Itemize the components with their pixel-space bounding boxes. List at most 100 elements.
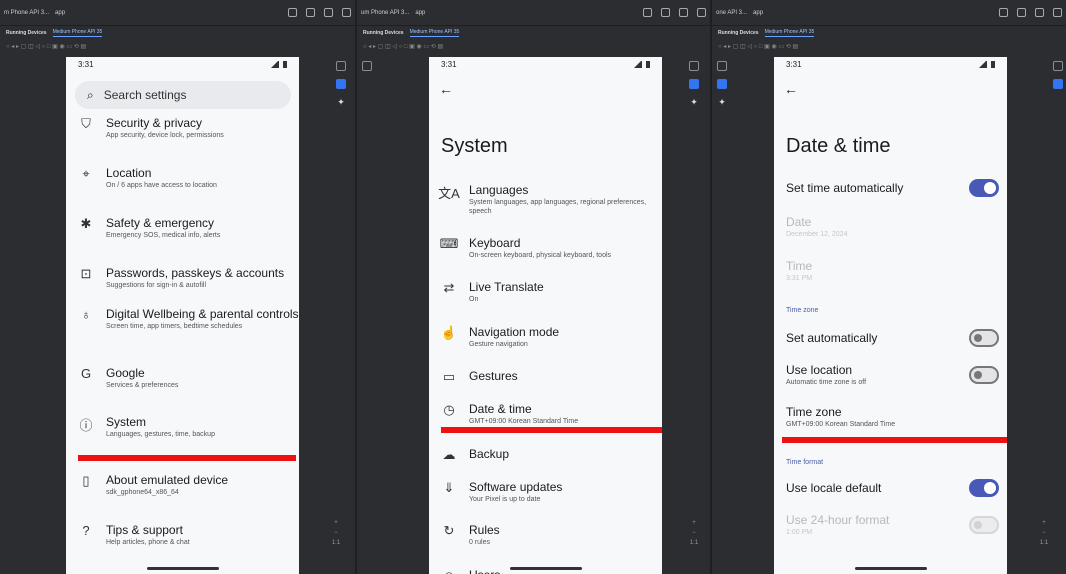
zoom-ratio[interactable]: 1:1 — [332, 540, 340, 546]
toggle-switch[interactable] — [969, 329, 999, 347]
system-item[interactable]: 文A Languages System languages, app languag… — [429, 183, 662, 216]
settings-item-title: Security & privacy — [106, 116, 203, 130]
sparkle-icon[interactable]: ✦ — [718, 97, 726, 107]
zoom-out-icon[interactable]: − — [1042, 530, 1046, 536]
settings-item[interactable]: ✱ Safety & emergency Emergency SOS, medica… — [66, 216, 299, 240]
app-selector[interactable]: app — [415, 10, 425, 16]
system-item[interactable]: ⇓ Software updates Your Pixel is up to dat… — [429, 480, 662, 504]
debug-icon[interactable] — [1017, 8, 1026, 17]
app-selector[interactable]: app — [55, 10, 65, 16]
settings-item-text: Security & privacy App security, device l… — [106, 116, 299, 140]
settings-icon[interactable] — [1035, 8, 1044, 17]
gesture-handle[interactable] — [854, 567, 927, 570]
running-devices-bar: Running Devices Medium Phone API 35 — [712, 26, 1066, 40]
device-dropdown[interactable]: one API 3... — [716, 10, 747, 16]
search-settings-bar[interactable]: ⌕ Search settings — [75, 81, 291, 109]
settings-item[interactable]: ⊡ Passwords, passkeys & accounts Suggestio… — [66, 266, 299, 290]
system-item[interactable]: ⌨ Keyboard On-screen keyboard, physical ke… — [429, 236, 662, 260]
zoom-in-icon[interactable]: + — [1042, 520, 1046, 526]
run-icon[interactable] — [999, 8, 1008, 17]
system-item-text: Backup — [469, 447, 662, 461]
system-item[interactable]: ▭ Gestures — [429, 369, 662, 385]
system-item[interactable]: ☝ Navigation mode Gesture navigation — [429, 325, 662, 349]
date-time-row[interactable]: Set automatically — [786, 329, 999, 347]
battery-icon — [283, 60, 287, 68]
screenshot-icon[interactable] — [689, 61, 699, 71]
app-selector[interactable]: app — [753, 10, 763, 16]
search-icon[interactable] — [342, 8, 351, 17]
highlight-red-line — [782, 437, 1007, 443]
screenshot-icon[interactable] — [362, 61, 372, 71]
debug-icon[interactable] — [661, 8, 670, 17]
toggle-switch[interactable] — [969, 365, 999, 384]
phone-screen-system: 3:31 ← System 文A Languages System language… — [429, 57, 662, 574]
settings-item[interactable]: ▯ About emulated device sdk_gphone64_x86_6… — [66, 473, 299, 497]
sparkle-icon[interactable]: ✦ — [690, 97, 698, 107]
screenshot-icon[interactable] — [336, 61, 346, 71]
ide-toolbar: um Phone API 3... app — [357, 0, 710, 26]
date-time-row: Date December 12, 2024 — [786, 215, 999, 238]
system-item[interactable]: ↻ Rules 0 rules — [429, 523, 662, 547]
system-item[interactable]: ◷ Date & time GMT+09:00 Korean Standard Ti… — [429, 402, 662, 426]
settings-icon[interactable] — [324, 8, 333, 17]
back-arrow-icon[interactable]: ← — [439, 81, 453, 97]
row-text: Use 24-hour format 1:00 PM — [786, 513, 889, 536]
settings-item[interactable]: ⛉ Security & privacy App security, device … — [66, 116, 299, 140]
system-item[interactable]: ☁ Backup — [429, 447, 662, 463]
search-placeholder: Search settings — [103, 88, 187, 102]
device-tab[interactable]: Medium Phone API 35 — [409, 29, 460, 37]
run-icon[interactable] — [643, 8, 652, 17]
device-mirror-icon[interactable] — [717, 79, 727, 89]
system-item-text: Software updates Your Pixel is up to date — [469, 480, 662, 504]
rules-icon: ↻ — [443, 523, 455, 538]
settings-item[interactable]: ⌖ Location On / 6 apps have access to loca… — [66, 166, 299, 190]
date-time-row[interactable]: Use location Automatic time zone is off — [786, 363, 999, 386]
gesture-handle[interactable] — [146, 567, 219, 570]
settings-icon[interactable] — [679, 8, 688, 17]
zoom-in-icon[interactable]: + — [334, 520, 338, 526]
ide-side-strip-right: ✦ — [684, 57, 704, 574]
settings-item[interactable]: G Google Services & preferences — [66, 366, 299, 390]
battery-icon — [646, 60, 650, 68]
ide-side-strip: ✦ — [712, 57, 732, 574]
settings-item[interactable]: ⓘ System Languages, gestures, time, backup — [66, 415, 299, 439]
status-icons — [979, 60, 995, 68]
zoom-ratio[interactable]: 1:1 — [1040, 540, 1048, 546]
run-icon[interactable] — [288, 8, 297, 17]
date-time-row: Time 3:31 PM — [786, 259, 999, 282]
settings-item[interactable]: ♁ Digital Wellbeing & parental controls Sc… — [66, 307, 299, 331]
date-time-row[interactable]: Set time automatically — [786, 179, 999, 197]
row-text: Use locale default — [786, 481, 881, 495]
zoom-in-icon[interactable]: + — [692, 520, 696, 526]
system-item-text: Gestures — [469, 369, 662, 383]
gesture-handle[interactable] — [509, 567, 582, 570]
search-icon[interactable] — [1053, 8, 1062, 17]
zoom-out-icon[interactable]: − — [334, 530, 338, 536]
toggle-switch[interactable] — [969, 479, 999, 497]
ide-toolbar: m Phone API 3... app — [0, 0, 355, 26]
toggle-switch[interactable] — [969, 179, 999, 197]
date-time-row[interactable]: Use locale default — [786, 479, 999, 497]
sparkle-icon[interactable]: ✦ — [337, 97, 345, 107]
device-dropdown[interactable]: um Phone API 3... — [361, 10, 409, 16]
system-item-title: Date & time — [469, 402, 532, 416]
debug-icon[interactable] — [306, 8, 315, 17]
system-item[interactable]: ⇄ Live Translate On — [429, 280, 662, 304]
device-mirror-icon[interactable] — [336, 79, 346, 89]
device-dropdown[interactable]: m Phone API 3... — [4, 10, 49, 16]
zoom-out-icon[interactable]: − — [692, 530, 696, 536]
device-tab[interactable]: Medium Phone API 35 — [764, 29, 815, 37]
screenshot-icon[interactable] — [717, 61, 727, 71]
device-mirror-icon[interactable] — [1053, 79, 1063, 89]
date-time-row[interactable]: Time zone GMT+09:00 Korean Standard Time — [786, 405, 999, 428]
device-mirror-icon[interactable] — [689, 79, 699, 89]
highlight-red-line — [441, 427, 662, 433]
device-tab[interactable]: Medium Phone API 35 — [52, 29, 103, 37]
settings-item[interactable]: ? Tips & support Help articles, phone & ch… — [66, 523, 299, 547]
search-icon[interactable] — [697, 8, 706, 17]
zoom-ratio[interactable]: 1:1 — [690, 540, 698, 546]
settings-item-title: Location — [106, 166, 152, 180]
ide-toolbar: one API 3... app — [712, 0, 1066, 26]
screenshot-icon[interactable] — [1053, 61, 1063, 71]
back-arrow-icon[interactable]: ← — [784, 81, 798, 97]
